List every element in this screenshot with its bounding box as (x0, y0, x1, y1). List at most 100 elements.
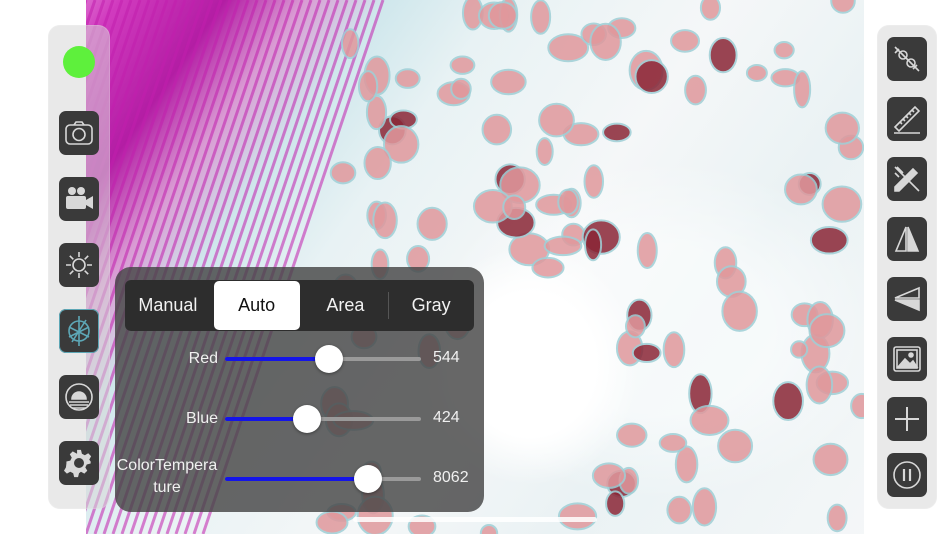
red-gain-fill (225, 357, 329, 361)
tissue-cell (662, 331, 686, 369)
tissue-cell (745, 63, 768, 82)
tissue-cell (591, 462, 627, 489)
capture-photo-button[interactable] (59, 111, 99, 155)
tissue-cell (717, 428, 754, 464)
tissue-cell (616, 422, 648, 448)
tissue-cell (315, 510, 349, 534)
zoom-in-button[interactable] (887, 397, 927, 441)
tissue-cell (481, 113, 513, 146)
red-gain-label: Red (188, 350, 218, 367)
tissue-cell (538, 102, 575, 138)
tissue-cell (479, 523, 499, 534)
connection-status-indicator (63, 46, 95, 78)
settings-button[interactable] (59, 441, 99, 485)
color-temperature-slider[interactable] (225, 465, 421, 493)
tissue-cell (605, 490, 626, 517)
tissue-cell (689, 404, 730, 436)
camera-icon (65, 121, 93, 145)
tissue-cell (808, 313, 846, 349)
pencil-ruler-icon (894, 166, 920, 192)
tissue-cell (449, 55, 476, 75)
record-video-button[interactable] (59, 177, 99, 221)
tissue-cell (821, 185, 863, 223)
blue-gain-slider[interactable] (225, 405, 421, 433)
tissue-cell (826, 503, 848, 533)
blue-gain-thumb[interactable] (293, 405, 322, 433)
tissue-cell (721, 290, 758, 332)
tissue-cell (490, 68, 527, 96)
tissue-cell (531, 256, 565, 279)
tissue-cell (394, 68, 421, 89)
calibration-icon (894, 46, 920, 72)
tissue-cell (530, 0, 552, 35)
color-temperature-row: ColorTempera ture 8062 (115, 455, 484, 505)
mode-gray-segment[interactable]: Gray (388, 280, 474, 331)
tissue-cell (824, 111, 860, 145)
tissue-cell (812, 442, 849, 477)
flip-vertical-icon (894, 286, 920, 312)
right-toolbar (877, 25, 937, 509)
red-gain-value: 544 (433, 349, 460, 366)
tissue-cell (684, 74, 707, 106)
gear-icon (63, 449, 92, 478)
blue-gain-row: Blue 424 (115, 405, 484, 457)
tissue-cell (340, 28, 360, 60)
home-indicator[interactable] (353, 517, 597, 522)
red-gain-slider[interactable] (225, 345, 421, 373)
pause-button[interactable] (887, 453, 927, 497)
tissue-cell (658, 433, 688, 453)
color-temperature-value: 8062 (433, 469, 469, 486)
gallery-button[interactable] (887, 337, 927, 381)
flip-horizontal-icon (894, 226, 920, 252)
red-gain-row: Red 544 (115, 345, 484, 397)
tissue-cell (450, 77, 472, 100)
tissue-cell (790, 340, 809, 359)
tissue-cell (557, 188, 579, 216)
mode-auto-segment[interactable]: Auto (213, 281, 300, 330)
color-temperature-fill (225, 477, 369, 481)
tissue-cell (784, 173, 818, 206)
tissue-cell (666, 495, 693, 525)
gallery-icon (893, 346, 921, 372)
red-gain-thumb[interactable] (314, 345, 343, 373)
calibration-button[interactable] (887, 37, 927, 81)
mode-area-segment[interactable]: Area (303, 280, 389, 331)
blue-gain-label: Blue (185, 410, 218, 427)
tissue-cell (416, 206, 448, 241)
tissue-cell (584, 228, 603, 262)
tissue-cell (535, 137, 554, 166)
white-balance-button[interactable] (59, 309, 99, 353)
tissue-cell (773, 41, 795, 60)
tissue-cell (793, 70, 812, 109)
tissue-cell (699, 0, 722, 21)
tissue-cell (830, 0, 856, 14)
tissue-cell (589, 22, 622, 61)
tissue-cell (543, 235, 583, 257)
flip-vertical-button[interactable] (887, 277, 927, 321)
tissue-cell (363, 145, 392, 181)
tissue-cell (372, 201, 398, 240)
tissue-cell (636, 231, 658, 270)
color-temperature-thumb[interactable] (354, 465, 383, 493)
white-balance-mode-selector: Manual Auto Area Gray (125, 280, 474, 331)
tissue-cell (502, 194, 527, 221)
tissue-cell (583, 164, 605, 199)
annotate-button[interactable] (887, 157, 927, 201)
brightness-button[interactable] (59, 243, 99, 287)
flip-horizontal-button[interactable] (887, 217, 927, 261)
tissue-cell (809, 225, 849, 255)
brightness-icon (66, 252, 92, 278)
tissue-cell (357, 70, 379, 103)
pause-icon (893, 461, 921, 489)
tissue-cell (772, 381, 804, 422)
exposure-icon (65, 383, 93, 411)
exposure-button[interactable] (59, 375, 99, 419)
mode-manual-segment[interactable]: Manual (125, 280, 211, 331)
tissue-cell (634, 59, 669, 95)
white-balance-panel: Manual Auto Area Gray Red 544 Blue 424 C… (115, 267, 484, 512)
ruler-icon (893, 105, 921, 134)
tissue-cell (487, 1, 518, 30)
measure-button[interactable] (887, 97, 927, 141)
tissue-cell (708, 37, 738, 74)
tissue-cell (631, 342, 662, 364)
